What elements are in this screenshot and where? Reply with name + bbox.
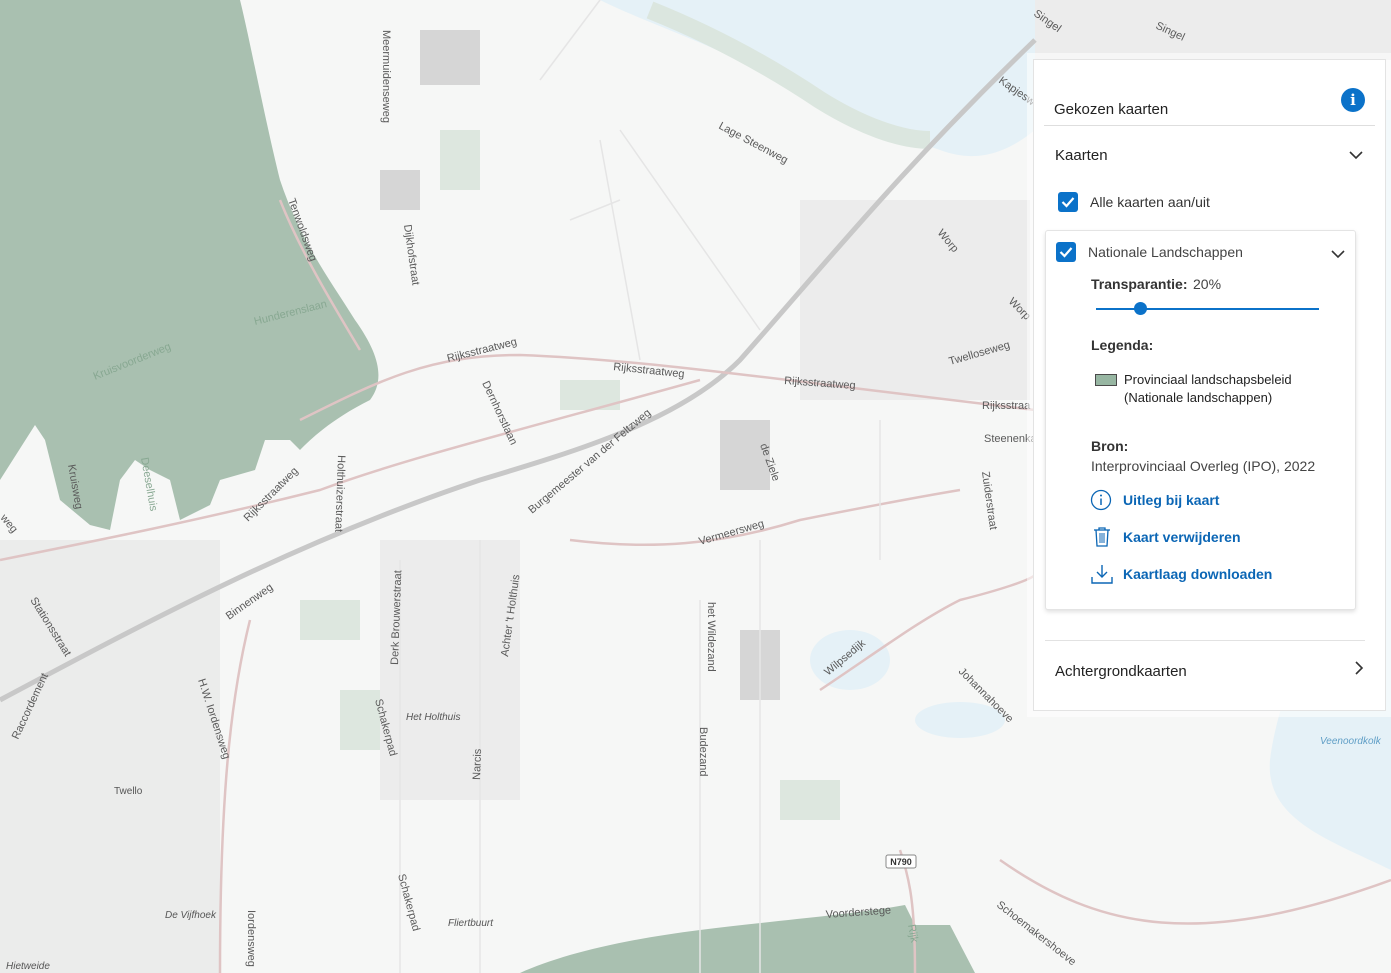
map-street-label: Narcis — [471, 748, 484, 780]
info-circle-icon — [1090, 489, 1112, 511]
layer-name: Nationale Landschappen — [1088, 244, 1243, 260]
background-maps-label[interactable]: Achtergrondkaarten — [1055, 663, 1187, 683]
map-place-label: Hietweide — [6, 961, 50, 972]
layer-card-nationale-landschappen: Nationale Landschappen Transparantie: 20… — [1045, 230, 1356, 610]
map-street-label: Meermuidenseweg — [380, 30, 392, 123]
download-icon — [1091, 565, 1113, 584]
national-landscape-area — [0, 0, 379, 530]
legend-label: Legenda: — [1091, 337, 1154, 353]
explain-map-label: Uitleg bij kaart — [1123, 492, 1220, 508]
layer-chevron-down-icon[interactable] — [1328, 244, 1348, 264]
source-label: Bron: — [1091, 438, 1129, 454]
map-street-label: Dernhorstlaan — [479, 379, 519, 447]
map-street-label: Rijksstraa — [982, 400, 1031, 412]
national-landscape-area-south — [520, 905, 975, 973]
map-street-label: het Wildezand — [705, 602, 717, 672]
transparency-label: Transparantie: — [1091, 276, 1188, 292]
map-street-label: Lage Steenweg — [717, 120, 790, 166]
toggle-all-label: Alle kaarten aan/uit — [1090, 194, 1210, 210]
download-layer-button[interactable]: Kaartlaag downloaden — [1090, 563, 1310, 587]
panel-header: Gekozen kaarten i — [1044, 70, 1375, 126]
map-street-label: Holthuizerstraat — [332, 455, 347, 532]
legend-item-line2: (Nationale landschappen) — [1124, 390, 1273, 405]
map-place-label: De Vijfhoek — [165, 910, 217, 921]
layer-visibility-checkbox[interactable] — [1056, 242, 1076, 262]
chevron-right-icon[interactable] — [1349, 658, 1369, 678]
map-street-label: Schoemakershoeve — [994, 899, 1078, 968]
delete-map-label: Kaart verwijderen — [1123, 529, 1241, 545]
download-layer-label: Kaartlaag downloaden — [1123, 566, 1273, 582]
panel-divider — [1045, 640, 1365, 641]
map-water-label: Veenoordkolk — [1320, 736, 1382, 747]
map-street-label: Rijksstraatweg — [446, 336, 518, 365]
legend-item-line1: Provinciaal landschapsbeleid — [1124, 372, 1292, 387]
kaarten-section-label: Kaarten — [1055, 147, 1108, 164]
chevron-down-icon[interactable] — [1346, 145, 1366, 165]
info-icon[interactable]: i — [1341, 88, 1365, 112]
map-street-label: Rijksstraatweg — [242, 465, 301, 524]
source-value: Interprovinciaal Overleg (IPO), 2022 — [1091, 458, 1316, 474]
delete-map-button[interactable]: Kaart verwijderen — [1090, 526, 1310, 550]
map-place-label: Fliertbuurt — [448, 918, 494, 929]
explain-map-button[interactable]: Uitleg bij kaart — [1090, 489, 1310, 513]
map-place-label: Het Holthuis — [406, 712, 460, 723]
map-street-label: Budezand — [697, 727, 709, 777]
map-street-label: weg — [0, 511, 20, 535]
legend-item: Provinciaal landschapsbeleid (Nationale … — [1124, 371, 1292, 407]
map-street-label: Steenenka — [984, 433, 1037, 445]
transparency-slider-thumb[interactable] — [1134, 302, 1148, 315]
legend-swatch — [1095, 374, 1117, 386]
map-street-label: Dijkhofstraat — [401, 224, 421, 286]
map-street-label: Binnenweg — [224, 581, 275, 622]
transparency-slider-track[interactable] — [1096, 308, 1319, 310]
map-street-label: Zuiderstraat — [979, 471, 999, 531]
map-street-label: Iordensweg — [245, 910, 257, 967]
map-street-label: Schakerpad — [395, 873, 422, 933]
panel-title: Gekozen kaarten — [1054, 101, 1169, 118]
trash-icon — [1094, 527, 1110, 547]
map-place-label: Twello — [114, 786, 143, 797]
road-badge-n790: N790 — [885, 854, 917, 869]
transparency-value: 20% — [1193, 276, 1222, 292]
toggle-all-checkbox[interactable] — [1058, 192, 1078, 212]
svg-text:N790: N790 — [890, 857, 912, 867]
chosen-maps-panel: Gekozen kaarten i Kaarten Alle kaarten a… — [1033, 59, 1386, 711]
map-street-label: Rijksstraatweg — [613, 361, 685, 380]
